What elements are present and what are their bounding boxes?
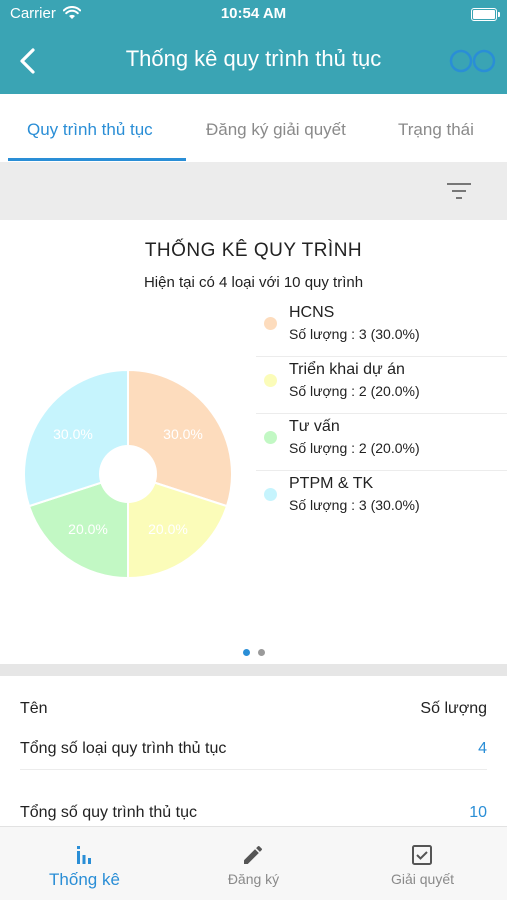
tab-thong-ke[interactable]: Thống kê (0, 827, 169, 900)
tab-label: Đăng ký (227, 871, 280, 887)
pie-slice-label: 20.0% (68, 521, 108, 537)
legend-count: Số lượng : 2 (20.0%) (289, 383, 420, 399)
row-value: 10 (469, 804, 487, 821)
legend-item-trien-khai-du-an: Triển khai dự án Số lượng : 2 (20.0%) (256, 357, 507, 414)
pencil-icon (244, 845, 263, 864)
table-row: Tổng số loại quy trình thủ tục 4 (20, 730, 487, 770)
chart-legend: HCNS Số lượng : 3 (30.0%) Triển khai dự … (256, 300, 507, 528)
active-tab-indicator (8, 158, 186, 161)
rings-icon[interactable] (447, 46, 507, 76)
filter-icon[interactable] (447, 182, 471, 200)
pie-slice-label: 30.0% (163, 426, 203, 442)
legend-count: Số lượng : 3 (30.0%) (289, 497, 420, 513)
legend-name: PTPM & TK (289, 475, 374, 492)
column-header-name: Tên (20, 700, 48, 717)
legend-item-hcns: HCNS Số lượng : 3 (30.0%) (256, 300, 507, 357)
status-bar: Carrier 10:54 AM (0, 0, 507, 28)
clock: 10:54 AM (220, 5, 287, 22)
table-header: Tên Số lượng (20, 690, 487, 730)
navigation-bar: Thống kê quy trình thủ tục (0, 28, 507, 94)
legend-item-ptpm-tk: PTPM & TK Số lượng : 3 (30.0%) (256, 471, 507, 528)
tab-trang-thai[interactable]: Trạng thái (398, 120, 474, 140)
pie-chart: 30.0% 20.0% 20.0% 30.0% (23, 368, 233, 580)
donut-hole (99, 445, 157, 503)
legend-swatch (264, 374, 277, 387)
page-title: Thống kê quy trình thủ tục (125, 46, 382, 71)
segment-tabs: Quy trình thủ tục Đăng ký giải quyết Trạ… (0, 94, 507, 162)
checkbox-icon (412, 845, 432, 865)
legend-item-tu-van: Tư vấn Số lượng : 2 (20.0%) (256, 414, 507, 471)
bar-chart-icon (77, 846, 91, 864)
row-label: Tổng số loại quy trình thủ tục (20, 740, 227, 757)
legend-count: Số lượng : 3 (30.0%) (289, 326, 420, 342)
tab-giai-quyet[interactable]: Giải quyết (338, 827, 507, 900)
legend-swatch (264, 488, 277, 501)
section-divider (0, 664, 507, 676)
chevron-left-icon (20, 48, 35, 74)
chart-card: THỐNG KÊ QUY TRÌNH Hiện tại có 4 loại vớ… (0, 220, 507, 664)
pie-slice-label: 20.0% (148, 521, 188, 537)
row-value: 4 (478, 740, 487, 757)
row-label: Tổng số quy trình thủ tục (20, 804, 197, 821)
chart-title: THỐNG KÊ QUY TRÌNH (144, 240, 363, 261)
back-button[interactable] (14, 44, 44, 78)
table-row: Tổng số quy trình thủ tục 10 (20, 794, 487, 826)
tab-dang-ky[interactable]: Đăng ký (169, 827, 338, 900)
battery-icon (471, 8, 500, 21)
column-header-value: Số lượng (420, 700, 487, 717)
page-dot-2[interactable] (257, 649, 265, 656)
tab-quy-trinh-thu-tuc[interactable]: Quy trình thủ tục (27, 120, 153, 140)
tab-label: Giải quyết (390, 871, 455, 887)
filter-bar (0, 162, 507, 220)
legend-count: Số lượng : 2 (20.0%) (289, 440, 420, 456)
legend-name: HCNS (289, 304, 335, 321)
bottom-tab-bar: Thống kê Đăng ký Giải quyết (0, 826, 507, 900)
page-dot-1[interactable] (242, 649, 250, 656)
page-indicator (0, 643, 507, 661)
legend-name: Tư vấn (289, 418, 340, 435)
chart-subtitle: Hiện tại có 4 loại với 10 quy trình (143, 274, 364, 291)
tab-label: Thống kê (49, 870, 120, 889)
summary-table: Tên Số lượng Tổng số loại quy trình thủ … (0, 676, 507, 826)
legend-swatch (264, 431, 277, 444)
legend-swatch (264, 317, 277, 330)
legend-name: Triển khai dự án (289, 361, 405, 378)
tab-dang-ky-giai-quyet[interactable]: Đăng ký giải quyết (206, 120, 346, 140)
pie-slice-label: 30.0% (53, 426, 93, 442)
